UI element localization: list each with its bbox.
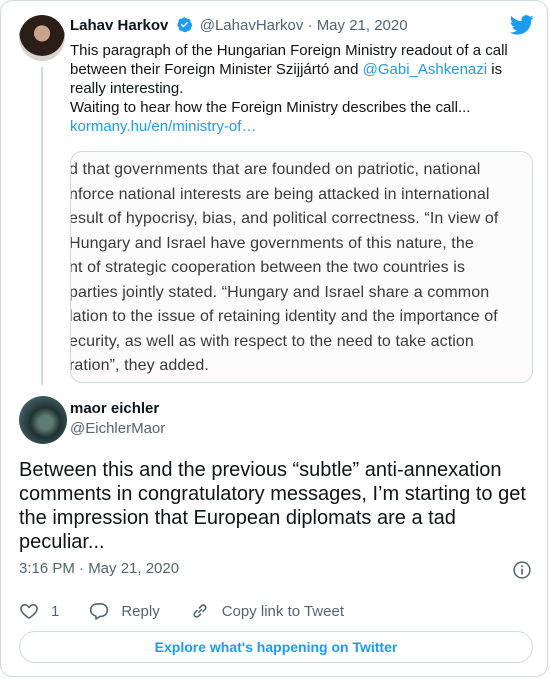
quoted-text-line2: Waiting to hear how the Foreign Ministry…	[70, 99, 471, 116]
image-text-line: ecurity, as well as with respect to the …	[70, 332, 474, 350]
heart-icon	[20, 603, 38, 620]
author-name[interactable]: maor eichler	[70, 400, 159, 417]
tweet-timestamp[interactable]: 3:16 PM · May 21, 2020	[19, 560, 179, 577]
image-text-line: d that governments that are founded on p…	[70, 161, 481, 178]
like-button[interactable]: 1	[19, 601, 59, 621]
tweet-embed-card: Lahav Harkov @LahavHarkov · May 21, 2020…	[0, 0, 548, 677]
quoted-author-avatar[interactable]	[19, 15, 65, 61]
info-icon[interactable]	[512, 560, 532, 580]
quoted-tweet-header: Lahav Harkov @LahavHarkov · May 21, 2020	[70, 16, 408, 39]
quoted-tweet-image[interactable]: d that governments that are founded on p…	[70, 151, 533, 383]
image-text-block: d that governments that are founded on p…	[70, 158, 532, 379]
twitter-bird-icon[interactable]	[510, 15, 534, 35]
image-text-line: nforce national interests are being atta…	[70, 185, 490, 203]
image-text-line: lation to the issue of retaining identit…	[70, 308, 498, 325]
image-text-line: parties jointly stated. “Hungary and Isr…	[70, 283, 490, 301]
image-text-line: esult of hypocrisy, bias, and political …	[70, 210, 499, 227]
image-text-line: ration”, they added.	[70, 357, 209, 374]
quoted-tweet-text: This paragraph of the Hungarian Foreign …	[70, 41, 510, 136]
quoted-author-handle[interactable]: @LahavHarkov	[200, 17, 304, 34]
header-separator: ·	[307, 17, 313, 34]
reply-button[interactable]: Reply	[89, 601, 160, 621]
copy-link-button[interactable]: Copy link to Tweet	[190, 601, 344, 621]
copy-link-label: Copy link to Tweet	[221, 602, 344, 620]
reply-label: Reply	[121, 602, 160, 620]
thread-line	[41, 67, 43, 385]
mention-link[interactable]: @Gabi_Ashkenazi	[363, 61, 487, 78]
tweet-actions: 1 Reply Copy link to Tweet	[19, 599, 374, 623]
explore-twitter-button[interactable]: Explore what's happening on Twitter	[19, 631, 533, 663]
quoted-tweet-date[interactable]: May 21, 2020	[317, 17, 408, 34]
reply-icon	[90, 603, 109, 620]
quoted-author-name[interactable]: Lahav Harkov	[70, 17, 168, 34]
tweet-text: Between this and the previous “subtle” a…	[19, 459, 526, 553]
link-icon	[193, 604, 207, 618]
author-avatar[interactable]	[19, 396, 67, 444]
image-text-line: Hungary and Israel have governments of t…	[70, 234, 474, 252]
image-text-line: nt of strategic cooperation between the …	[70, 259, 466, 276]
like-count: 1	[51, 602, 60, 620]
author-handle[interactable]: @EichlerMaor	[70, 420, 165, 437]
verified-badge-icon	[176, 16, 193, 39]
external-link[interactable]: kormany.hu/en/ministry-of…	[70, 118, 256, 135]
